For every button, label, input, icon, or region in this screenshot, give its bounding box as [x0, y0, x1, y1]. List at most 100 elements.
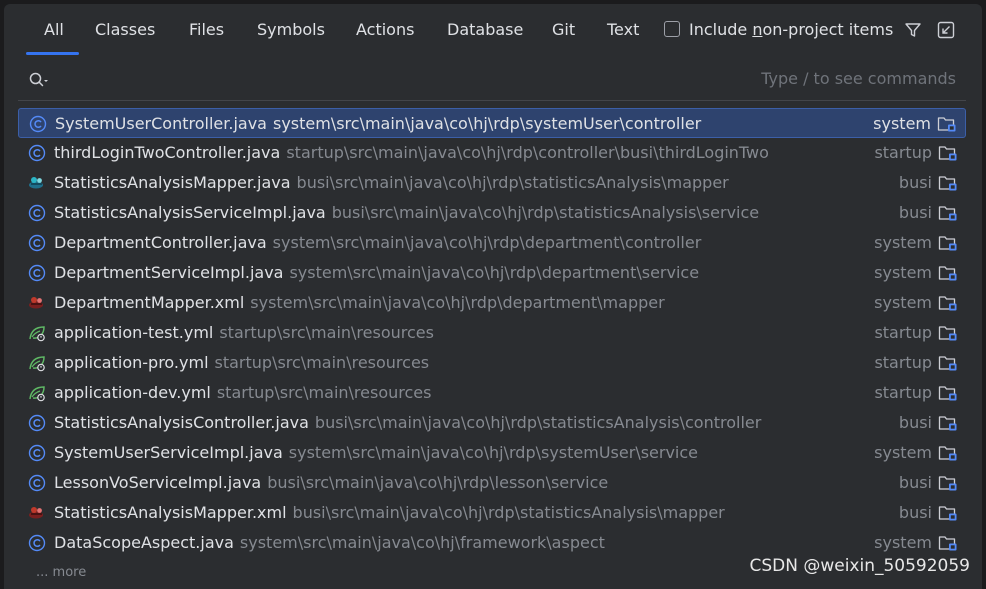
- tab-files[interactable]: Files: [189, 18, 224, 42]
- result-row[interactable]: application-dev.yml startup\src\main\reso…: [18, 378, 966, 408]
- result-row[interactable]: DepartmentController.java system\src\main…: [18, 228, 966, 258]
- result-file-path: startup\src\main\resources: [219, 323, 434, 342]
- result-file-path: busi\src\main\java\co\hj\rdp\statisticsA…: [292, 503, 725, 522]
- module-folder-icon: [938, 354, 958, 372]
- module-folder-icon: [938, 384, 958, 402]
- result-module: system: [874, 233, 932, 252]
- result-row[interactable]: DataScopeAspect.java system\src\main\java…: [18, 528, 966, 558]
- result-file-name: DepartmentController.java: [54, 233, 267, 252]
- java-class-icon: [28, 144, 46, 162]
- result-file-name: StatisticsAnalysisServiceImpl.java: [54, 203, 326, 222]
- result-row[interactable]: SystemUserController.java system\src\main…: [18, 108, 966, 138]
- result-row[interactable]: DepartmentServiceImpl.java system\src\mai…: [18, 258, 966, 288]
- result-file-path: busi\src\main\java\co\hj\rdp\statisticsA…: [296, 173, 729, 192]
- result-file-path: startup\src\main\resources: [214, 353, 430, 372]
- tab-symbols[interactable]: Symbols: [257, 18, 325, 42]
- include-non-project-items-checkbox[interactable]: [664, 21, 680, 37]
- include-non-project-items-label[interactable]: Include non-project items: [689, 18, 893, 42]
- result-file-name: DepartmentMapper.xml: [54, 293, 245, 312]
- result-file-name: DataScopeAspect.java: [54, 533, 234, 552]
- result-module: busi: [898, 173, 932, 192]
- result-row[interactable]: StatisticsAnalysisMapper.xml busi\src\mai…: [18, 498, 966, 528]
- result-row[interactable]: LessonVoServiceImpl.java busi\src\main\ja…: [18, 468, 966, 498]
- java-class-icon: [28, 234, 46, 252]
- result-module: startup: [874, 383, 932, 402]
- result-row[interactable]: DepartmentMapper.xml system\src\main\java…: [18, 288, 966, 318]
- result-file-name: StatisticsAnalysisMapper.xml: [54, 503, 287, 522]
- spring-config-icon: [28, 354, 46, 372]
- tab-text[interactable]: Text: [607, 18, 639, 42]
- java-class-icon: [28, 204, 46, 222]
- result-module: busi: [898, 473, 932, 492]
- tab-classes[interactable]: Classes: [95, 18, 155, 42]
- search-input[interactable]: [58, 67, 762, 95]
- result-file-path: system\src\main\java\co\hj\framework\asp…: [239, 533, 605, 552]
- result-module: system: [874, 263, 932, 282]
- result-file-name: StatisticsAnalysisController.java: [54, 413, 309, 432]
- result-row[interactable]: StatisticsAnalysisMapper.java busi\src\ma…: [18, 168, 966, 198]
- result-file-name: application-dev.yml: [54, 383, 211, 402]
- result-file-path: busi\src\main\java\co\hj\rdp\statisticsA…: [314, 413, 762, 432]
- result-module: system: [874, 533, 932, 552]
- tab-bar: All Classes Files Symbols Actions Databa…: [4, 4, 982, 56]
- result-file-path: system\src\main\java\co\hj\rdp\departmen…: [289, 263, 700, 282]
- result-file-name: application-test.yml: [54, 323, 214, 342]
- result-row[interactable]: StatisticsAnalysisServiceImpl.java busi\s…: [18, 198, 966, 228]
- result-module: busi: [898, 413, 932, 432]
- result-file-path: startup\src\main\resources: [216, 383, 432, 402]
- result-file-name: SystemUserController.java: [55, 114, 267, 133]
- java-class-icon: [28, 444, 46, 462]
- results-list: SystemUserController.java system\src\main…: [18, 108, 966, 558]
- mybatis-mapper-icon: [28, 174, 46, 192]
- result-file-path: system\src\main\java\co\hj\rdp\departmen…: [272, 233, 702, 252]
- filter-icon[interactable]: [903, 20, 923, 40]
- watermark: CSDN @weixin_50592059: [749, 556, 970, 576]
- result-file-path: system\src\main\java\co\hj\rdp\departmen…: [250, 293, 665, 312]
- result-module: startup: [874, 143, 932, 162]
- module-folder-icon: [938, 204, 958, 222]
- mybatis-xml-icon: [28, 294, 46, 312]
- result-row[interactable]: SystemUserServiceImpl.java system\src\mai…: [18, 438, 966, 468]
- module-folder-icon: [938, 144, 958, 162]
- result-module: busi: [898, 503, 932, 522]
- more-results-link[interactable]: ... more: [36, 565, 86, 580]
- module-folder-icon: [938, 264, 958, 282]
- search-everywhere-popup: All Classes Files Symbols Actions Databa…: [4, 4, 982, 589]
- module-folder-icon: [938, 414, 958, 432]
- result-file-path: system\src\main\java\co\hj\rdp\systemUse…: [272, 114, 702, 133]
- result-row[interactable]: application-pro.yml startup\src\main\reso…: [18, 348, 966, 378]
- module-folder-icon: [938, 174, 958, 192]
- java-class-icon: [28, 534, 46, 552]
- result-file-path: startup\src\main\java\co\hj\rdp\controll…: [286, 143, 769, 162]
- module-folder-icon: [937, 115, 957, 133]
- result-file-name: DepartmentServiceImpl.java: [54, 263, 284, 282]
- module-folder-icon: [938, 234, 958, 252]
- module-folder-icon: [938, 534, 958, 552]
- selected-tab-indicator: [26, 52, 79, 55]
- module-folder-icon: [938, 294, 958, 312]
- tab-all[interactable]: All: [44, 18, 64, 42]
- tab-database[interactable]: Database: [447, 18, 523, 42]
- result-module: busi: [898, 203, 932, 222]
- tab-actions[interactable]: Actions: [356, 18, 414, 42]
- result-file-name: StatisticsAnalysisMapper.java: [54, 173, 291, 192]
- spring-config-icon: [28, 384, 46, 402]
- result-file-name: SystemUserServiceImpl.java: [54, 443, 283, 462]
- module-folder-icon: [938, 504, 958, 522]
- search-hint: Type / to see commands: [761, 69, 956, 88]
- result-file-path: busi\src\main\java\co\hj\rdp\statisticsA…: [331, 203, 760, 222]
- pin-window-icon[interactable]: [936, 20, 956, 40]
- result-row[interactable]: application-test.yml startup\src\main\res…: [18, 318, 966, 348]
- result-row[interactable]: thirdLoginTwoController.java startup\src\…: [18, 138, 966, 168]
- result-file-path: system\src\main\java\co\hj\rdp\systemUse…: [288, 443, 699, 462]
- module-folder-icon: [938, 324, 958, 342]
- result-row[interactable]: StatisticsAnalysisController.java busi\sr…: [18, 408, 966, 438]
- result-file-path: busi\src\main\java\co\hj\rdp\lesson\serv…: [267, 473, 609, 492]
- module-folder-icon: [938, 444, 958, 462]
- result-module: system: [874, 293, 932, 312]
- java-class-icon: [29, 115, 47, 133]
- search-icon[interactable]: [28, 71, 50, 89]
- java-class-icon: [28, 264, 46, 282]
- result-file-name: application-pro.yml: [54, 353, 209, 372]
- tab-git[interactable]: Git: [552, 18, 575, 42]
